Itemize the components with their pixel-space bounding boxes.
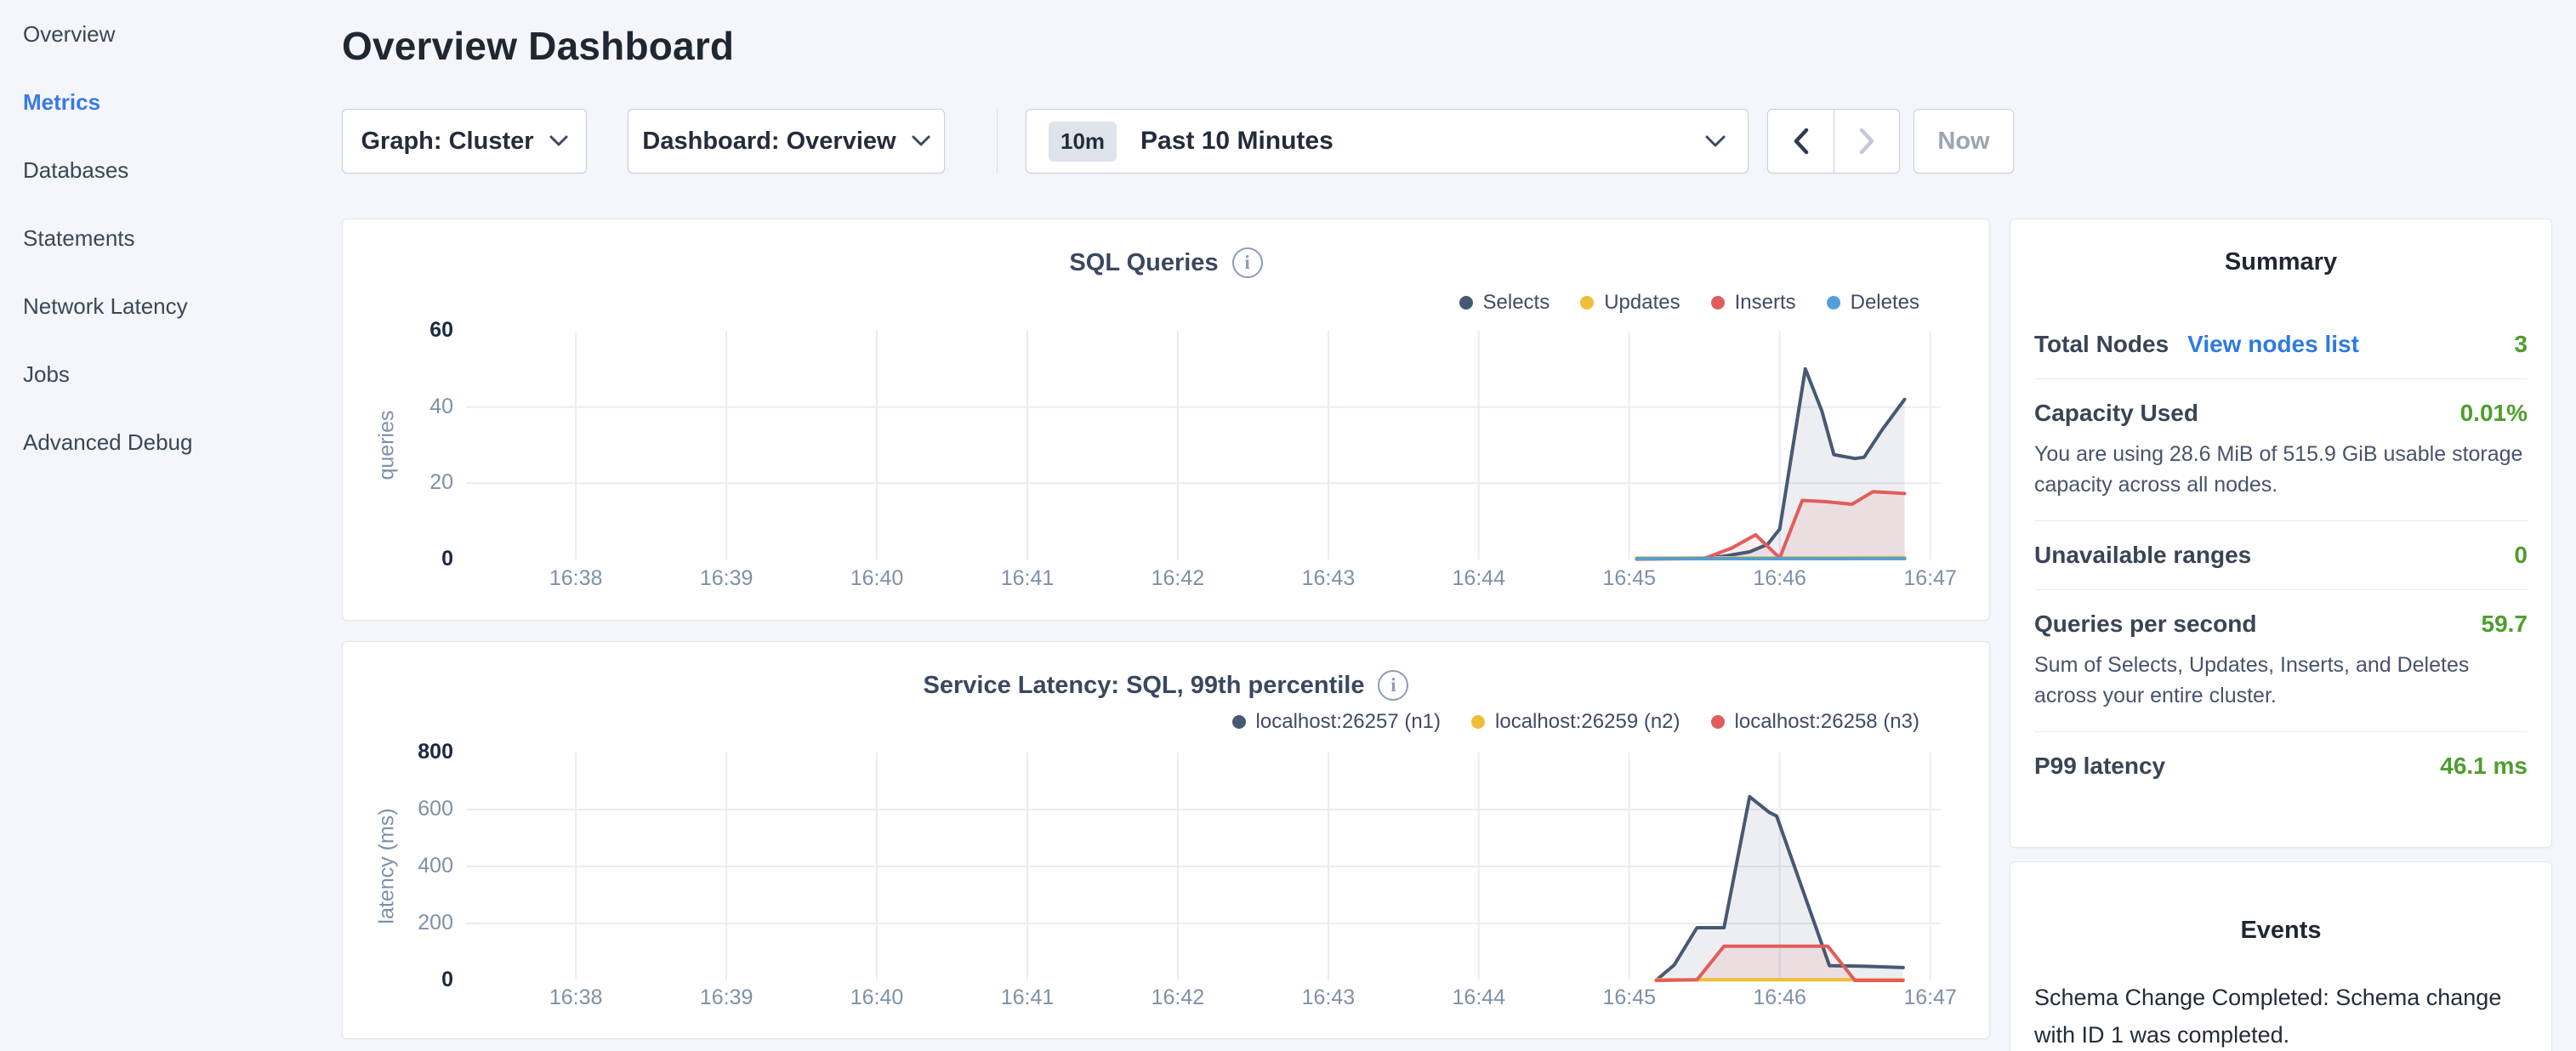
x-tick-label: 16:38 [516,566,635,591]
summary-row-value: 59.7 [2482,611,2528,638]
chart-plot[interactable]: 16:38 16:39 16:40 16:41 16:42 16:43 16:44 16:45… [343,219,1989,620]
x-tick-label: 16:40 [817,566,936,591]
summary-rows: Total Nodes View nodes list 3 Capacity Used… [2034,310,2528,800]
x-tick-label: 16:40 [817,986,936,1010]
chevron-down-icon [1705,135,1726,148]
summary-row-label: Unavailable ranges [2034,542,2251,569]
summary-row: Total Nodes View nodes list 3 [2034,310,2528,378]
x-tick-label: 16:41 [968,986,1087,1010]
dashboard-dropdown[interactable]: Dashboard: Overview [628,109,945,173]
sidebar-nav: OverviewMetricsDatabasesStatementsNetwor… [0,0,342,1051]
events-title: Events [2034,917,2528,945]
event-message: Schema Change Completed: Schema change w… [2034,979,2528,1051]
time-window-badge: 10m [1049,122,1117,162]
x-tick-label: 16:43 [1269,566,1388,591]
y-tick-label: 200 [358,911,453,935]
y-tick-label: 40 [358,395,453,419]
chevron-left-icon [1793,128,1810,155]
summary-row: Capacity Used 0.01% You are using 28.6 MiB… [2034,378,2528,520]
summary-row: Queries per second 59.7 Sum of Selects, Up… [2034,589,2528,731]
y-tick-label: 60 [358,318,453,343]
view-nodes-list-link[interactable]: View nodes list [2187,331,2359,358]
summary-row: Unavailable ranges 0 [2034,520,2528,589]
y-tick-label: 20 [358,470,453,495]
summary-row-value: 46.1 ms [2440,753,2528,780]
summary-row-value: 3 [2514,331,2528,358]
chart-plot[interactable]: 16:38 16:39 16:40 16:41 16:42 16:43 16:44 16:45… [343,642,1989,1038]
graph-scope-label: Graph: Cluster [361,128,533,156]
graph-scope-dropdown[interactable]: Graph: Cluster [342,109,587,173]
toolbar-divider [997,109,998,173]
sidebar-item-databases[interactable]: Databases [0,136,342,204]
chart-canvas [343,642,1991,1040]
x-tick-label: 16:39 [667,566,786,591]
sidebar-item-network-latency[interactable]: Network Latency [0,272,342,340]
time-window-selector[interactable]: 10m Past 10 Minutes [1026,109,1749,173]
summary-row-description: You are using 28.6 MiB of 515.9 GiB usab… [2034,439,2528,500]
sidebar-item-advanced-debug[interactable]: Advanced Debug [0,408,342,476]
x-tick-label: 16:43 [1269,986,1388,1010]
sidebar-item-metrics[interactable]: Metrics [0,68,342,136]
chevron-right-icon [1858,128,1875,155]
y-axis-label: latency (ms) [375,798,400,935]
y-tick-label: 800 [358,740,453,764]
sidebar-item-jobs[interactable]: Jobs [0,340,342,408]
sql-queries-chart-panel: SQL Queries i SelectsUpdatesInsertsDelet… [342,219,1990,621]
x-tick-label: 16:46 [1720,566,1840,591]
x-tick-label: 16:39 [667,986,786,1010]
summary-row-label: Total Nodes [2034,331,2169,358]
y-tick-label: 600 [358,797,453,821]
time-window-arrows [1767,109,1900,173]
x-tick-label: 16:44 [1419,566,1538,591]
events-panel: Events Schema Change Completed: Schema c… [2010,861,2552,1051]
y-axis-label: queries [375,377,400,513]
page-title: Overview Dashboard [342,23,734,69]
summary-row: P99 latency 46.1 ms [2034,731,2528,800]
summary-row-value: 0 [2514,542,2528,569]
x-tick-label: 16:47 [1871,566,1990,591]
time-window-label: Past 10 Minutes [1140,127,1333,156]
y-tick-label: 0 [358,547,453,571]
x-tick-label: 16:44 [1419,986,1538,1010]
y-tick-label: 0 [358,968,453,992]
summary-row-description: Sum of Selects, Updates, Inserts, and De… [2034,650,2528,711]
summary-row-value: 0.01% [2460,400,2528,427]
x-tick-label: 16:42 [1118,566,1237,591]
service-latency-chart-panel: Service Latency: SQL, 99th percentile i … [342,641,1990,1039]
x-tick-label: 16:46 [1720,986,1840,1010]
summary-row-label: Queries per second [2034,611,2256,638]
summary-panel: Summary Total Nodes View nodes list 3 Capac… [2010,219,2552,848]
summary-title: Summary [2034,248,2528,276]
chevron-down-icon [549,135,568,147]
summary-row-label: Capacity Used [2034,400,2198,427]
x-tick-label: 16:47 [1871,986,1990,1010]
x-tick-label: 16:41 [968,566,1087,591]
chart-canvas [343,219,1991,622]
summary-row-label: P99 latency [2034,753,2165,780]
dashboard-dropdown-label: Dashboard: Overview [642,128,896,156]
x-tick-label: 16:38 [516,986,635,1010]
event-list-item[interactable]: Schema Change Completed: Schema change w… [2034,979,2528,1051]
next-window-button[interactable] [1834,110,1899,173]
sidebar-item-overview[interactable]: Overview [0,0,342,68]
x-tick-label: 16:45 [1570,986,1689,1010]
chevron-down-icon [912,135,930,147]
y-tick-label: 400 [358,854,453,878]
previous-window-button[interactable] [1768,110,1834,173]
x-tick-label: 16:42 [1118,986,1237,1010]
now-button[interactable]: Now [1914,109,2014,173]
x-tick-label: 16:45 [1570,566,1689,591]
sidebar-item-statements[interactable]: Statements [0,204,342,272]
